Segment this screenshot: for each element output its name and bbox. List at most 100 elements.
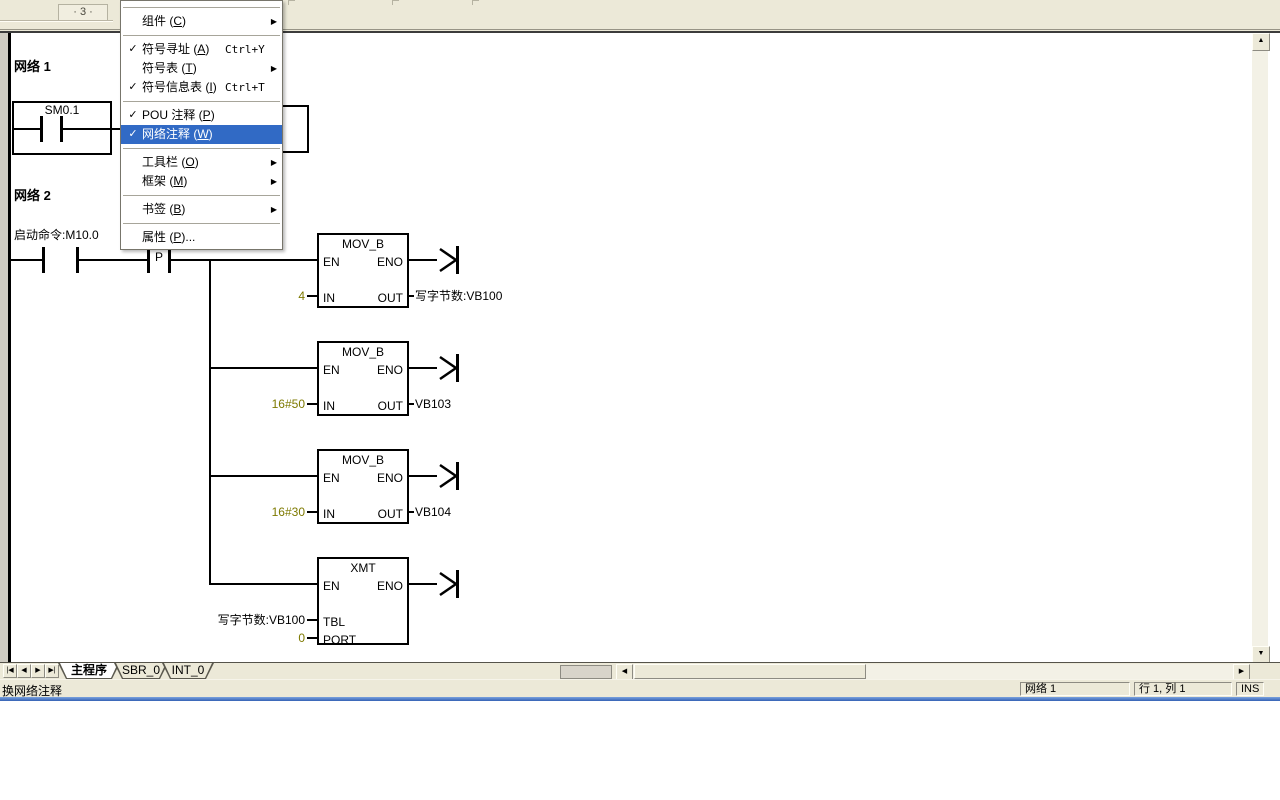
wire-segment [409,259,437,261]
scroll-up-button[interactable]: ▲ [1252,33,1270,51]
menu-item-label: 书签 (B) [142,200,185,219]
open-wire-arrow-icon [437,568,463,600]
pin-label-in: IN [323,399,335,413]
menu-item-label: POU 注释 (P) [142,106,215,125]
wire-segment [79,259,147,261]
menu-item-label: 组件 (C) [142,12,186,31]
status-bar: 换网络注释 网络 1 行 1, 列 1 INS [0,679,1280,697]
menu-item-pou-comments[interactable]: ✓POU 注释 (P) [121,106,282,125]
view-context-menu: 组件 (C)▶✓符号寻址 (A)Ctrl+Y符号表 (T)▶✓符号信息表 (I)… [120,0,283,250]
instruction-box-mov-b-3[interactable]: MOV_BENINENOOUT [317,449,409,524]
tab-label: INT_0 [162,663,214,679]
tab-scroll-splitter[interactable] [560,665,612,679]
menu-separator [123,223,280,224]
wire-segment [409,583,437,585]
instruction-box-title: MOV_B [319,237,407,252]
menu-item-label: 框架 (M) [142,172,187,191]
wire-segment [12,128,40,130]
pin-label-eno: ENO [377,471,403,485]
tab-int-0[interactable]: INT_0 [162,663,214,679]
menu-separator [123,195,280,196]
pou-tab-bar: 主程序SBR_0INT_0 ◀ ▶ |◀◀▶▶| [0,662,1280,679]
status-cursor-position: 行 1, 列 1 [1134,682,1232,696]
left-arrow-icon: ◀ [622,668,627,675]
menu-item-properties[interactable]: 属性 (P)... [121,228,282,247]
menu-separator [123,101,280,102]
pin-label-en: EN [323,255,340,269]
pin-connector [409,403,414,405]
submenu-arrow-icon: ▶ [271,59,277,78]
wire-segment [209,367,317,369]
menu-separator [123,35,280,36]
operand-in: 4 [145,289,305,303]
pin-connector [307,295,317,297]
horizontal-scrollbar-thumb[interactable] [634,664,866,679]
checkmark-icon: ✓ [126,78,140,97]
pin-connector [409,295,414,297]
open-wire-arrow-icon [437,244,463,276]
pin-label-out: OUT [378,291,403,305]
instruction-box-title: XMT [319,561,407,576]
pin-connector [409,511,414,513]
network-2-title: 网络 2 [14,185,51,204]
wire-segment [63,128,110,130]
menu-item-label: 工具栏 (O) [142,153,199,172]
contact-label-start-command: 启动命令:M10.0 [14,228,99,243]
tab-label: SBR_0 [114,663,168,679]
contact-tick [40,116,43,142]
operand-out: VB103 [415,397,451,411]
menu-item-symbol-table[interactable]: 符号表 (T) ▶ [121,59,282,78]
tab-scroll-prev[interactable]: ◀ [17,664,31,678]
instruction-box-title: MOV_B [319,345,407,360]
pin-label-en: EN [323,579,340,593]
toolbar-page-indicator[interactable]: · 3 · [58,4,108,21]
pou-tabs: 主程序SBR_0INT_0 [58,663,214,679]
menu-item-symbolic-addressing[interactable]: ✓符号寻址 (A)Ctrl+Y [121,40,282,59]
wire-segment [11,259,42,261]
pin-label-eno: ENO [377,363,403,377]
right-arrow-icon: ▶ [1239,668,1244,675]
submenu-arrow-icon: ▶ [271,153,277,172]
operand-in: 16#50 [145,397,305,411]
pin-label-en: EN [323,471,340,485]
toolbar-tick [288,0,295,5]
up-arrow-icon: ▲ [1258,37,1265,44]
tab-main-program[interactable]: 主程序 [58,663,120,679]
contact-tick [147,247,150,273]
checkmark-icon: ✓ [126,106,140,125]
menu-item-bookmarks[interactable]: 书签 (B)▶ [121,200,282,219]
toolbar-divider [0,20,113,22]
tab-scroll-next[interactable]: ▶ [31,664,45,678]
menu-item-shortcut: Ctrl+T [225,78,265,97]
application-window: · 3 · 网络 1 SM0.1 网络 2 启动命令:M10.0 P MOV_B… [0,0,1280,800]
editor-gutter [0,33,8,662]
menu-item-label: 符号信息表 (I) [142,78,217,97]
instruction-box-mov-b-1[interactable]: MOV_BENINENOOUT [317,233,409,308]
menu-separator [123,7,280,8]
instruction-box-xmt-4[interactable]: XMTENTBLPORTENO [317,557,409,645]
operand-in: 16#30 [145,505,305,519]
instruction-box-mov-b-2[interactable]: MOV_BENINENOOUT [317,341,409,416]
menu-item-toolbars[interactable]: 工具栏 (O) ▶ [121,153,282,172]
tab-scroll-first[interactable]: |◀ [3,664,17,678]
menu-item-frame[interactable]: 框架 (M)▶ [121,172,282,191]
tab-sbr-0[interactable]: SBR_0 [114,663,168,679]
tab-scroll-last[interactable]: ▶| [45,664,59,678]
wire-segment [209,475,317,477]
wire-segment [409,475,437,477]
menu-item-components[interactable]: 组件 (C)▶ [121,12,282,31]
vertical-scrollbar-track[interactable] [1252,49,1268,646]
menu-item-label: 符号表 (T) [142,59,197,78]
pin-connector [307,619,317,621]
pin-label-out: OUT [378,399,403,413]
pin-label-port: PORT [323,633,356,647]
pin-label-in: IN [323,507,335,521]
operand-out: 写字节数:VB100 [415,289,502,303]
pin-label-eno: ENO [377,579,403,593]
menu-item-network-comments[interactable]: ✓网络注释 (W) [121,125,282,144]
instruction-box-title: MOV_B [319,453,407,468]
menu-item-label: 网络注释 (W) [142,125,213,144]
status-insert-mode: INS [1236,682,1264,696]
menu-item-symbol-information-table[interactable]: ✓符号信息表 (I) Ctrl+T [121,78,282,97]
pin-connector [307,637,317,639]
